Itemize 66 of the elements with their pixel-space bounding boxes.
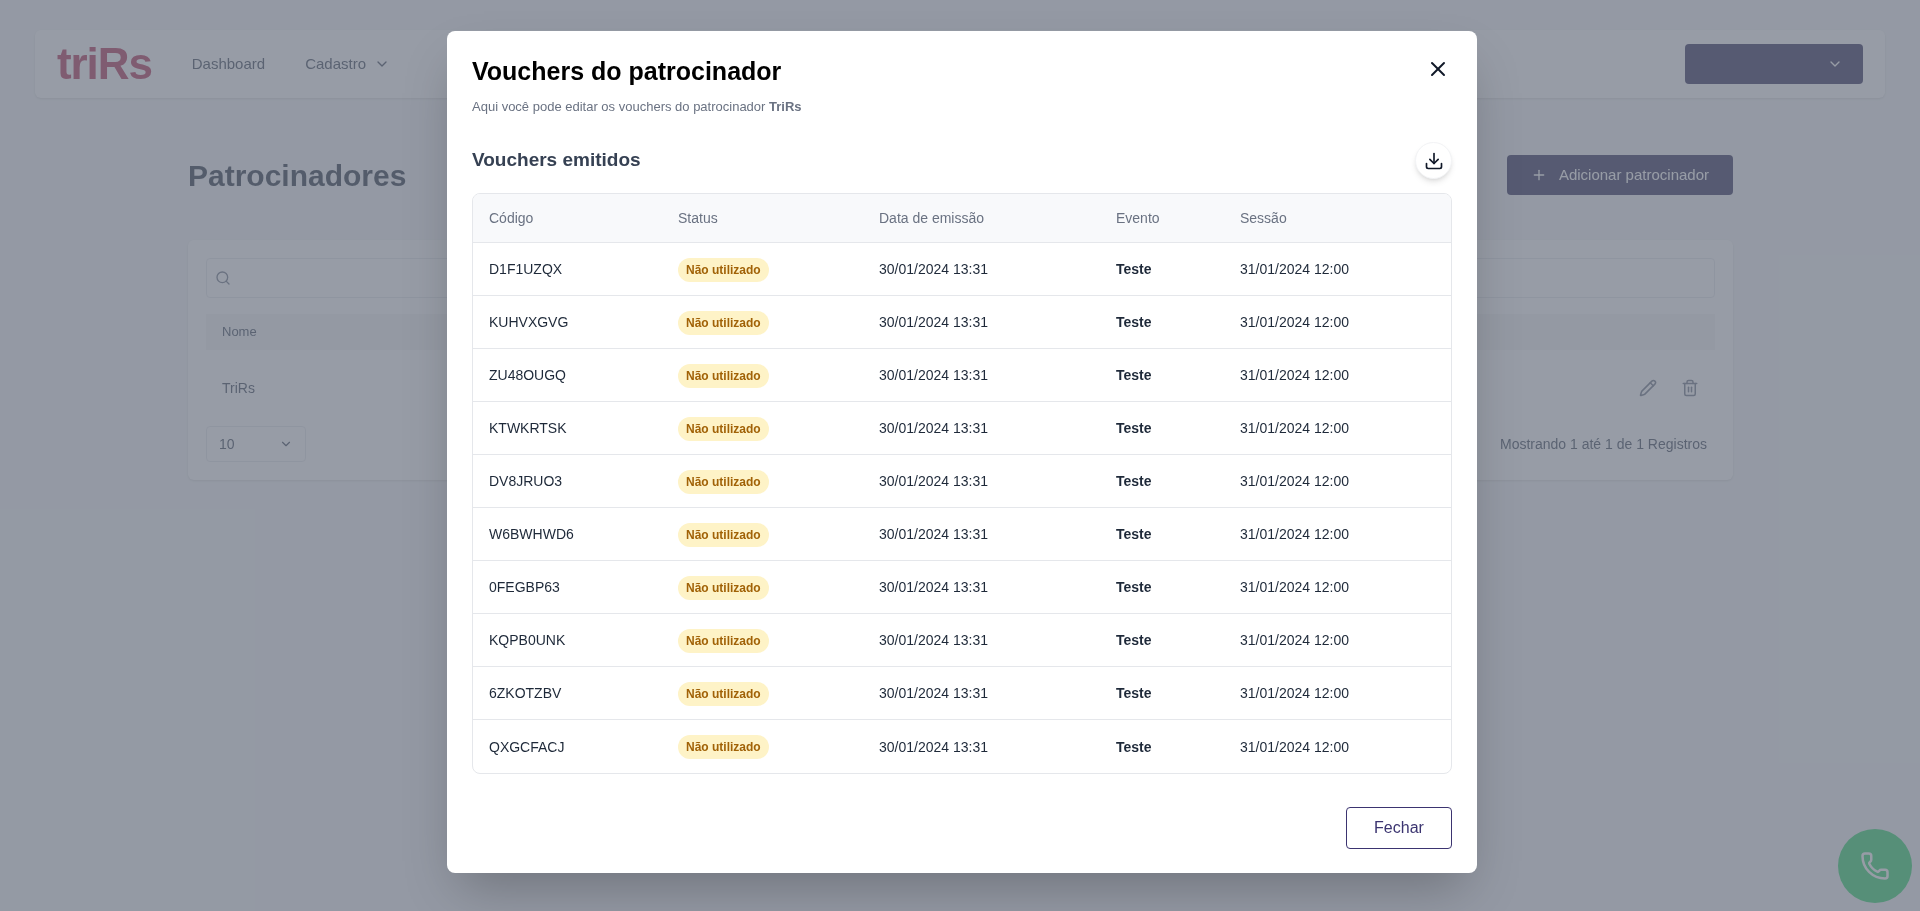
- table-cell: Teste: [1116, 738, 1152, 755]
- table-cell: Teste: [1116, 579, 1152, 595]
- table-cell: Teste: [1116, 632, 1152, 648]
- status-badge: Não utilizado: [678, 681, 769, 706]
- column-header: Sessão: [1240, 210, 1287, 226]
- status-badge: Não utilizado: [678, 310, 769, 335]
- table-cell: W6BWHWD6: [489, 526, 574, 542]
- column-header: Nome: [222, 323, 257, 342]
- table-cell: Teste: [1116, 526, 1152, 542]
- table-cell: Teste: [1116, 314, 1152, 330]
- status-badge: Não utilizado: [678, 416, 769, 441]
- close-dialog-button[interactable]: Fechar: [1346, 807, 1452, 849]
- column-header: Status: [678, 210, 718, 226]
- status-badge: Não utilizado: [678, 363, 769, 388]
- table-cell: D1F1UZQX: [489, 261, 563, 277]
- status-badge: Não utilizado: [678, 257, 769, 282]
- table-cell: 30/01/2024 13:31: [879, 314, 988, 330]
- table-cell: Teste: [1116, 367, 1152, 383]
- download-icon: [1423, 150, 1444, 171]
- table-cell: 30/01/2024 13:31: [879, 579, 988, 595]
- status-badge: Não utilizado: [678, 628, 769, 653]
- table-cell: 31/01/2024 12:00: [1240, 738, 1349, 755]
- table-cell: 31/01/2024 12:00: [1240, 685, 1349, 701]
- table-cell: Teste: [1116, 685, 1152, 701]
- table-cell: Teste: [1116, 261, 1152, 277]
- table-cell: 31/01/2024 12:00: [1240, 632, 1349, 648]
- column-header: Data de emissão: [879, 210, 985, 226]
- table-cell: 30/01/2024 13:31: [879, 738, 988, 755]
- table-cell: 30/01/2024 13:31: [879, 420, 988, 436]
- column-header: Evento: [1116, 210, 1160, 226]
- table-cell: 30/01/2024 13:31: [879, 632, 988, 648]
- table-cell: 30/01/2024 13:31: [879, 261, 988, 277]
- table-cell: ZU48OUGQ: [489, 367, 566, 383]
- table-cell: 31/01/2024 12:00: [1240, 473, 1349, 489]
- status-badge: Não utilizado: [678, 735, 769, 759]
- table-cell: Teste: [1116, 473, 1152, 489]
- download-button[interactable]: [1415, 142, 1452, 179]
- dialog-subtitle: Aqui você pode editar os vouchers do patrocinador TriRs: [472, 97, 803, 116]
- page-title: Patrocinadores: [188, 157, 407, 194]
- table-cell: DV8JRUO3: [489, 473, 563, 489]
- section-title: Vouchers emitidos: [472, 148, 641, 173]
- table-cell-text: TriRs: [222, 378, 255, 398]
- table-cell: QXGCFACJ: [489, 738, 565, 755]
- table-cell: KQPB0UNK: [489, 632, 566, 648]
- nav-link[interactable]: Dashboard: [191, 52, 266, 76]
- table-cell: 0FEGBP63: [489, 579, 560, 595]
- table-cell: 30/01/2024 13:31: [879, 526, 988, 542]
- table-cell: 30/01/2024 13:31: [879, 473, 988, 489]
- table-cell: 31/01/2024 12:00: [1240, 579, 1349, 595]
- records-summary: Mostrando 1 até 1 de 1 Registros: [1500, 434, 1707, 454]
- table-cell: KUHVXGVG: [489, 314, 569, 330]
- status-badge: Não utilizado: [678, 469, 769, 494]
- table-cell: 30/01/2024 13:31: [879, 367, 988, 383]
- table-cell: 30/01/2024 13:31: [879, 685, 988, 701]
- table-cell: KTWKRTSK: [489, 420, 567, 436]
- table-cell: Teste: [1116, 420, 1152, 436]
- table-cell: 31/01/2024 12:00: [1240, 367, 1349, 383]
- status-badge: Não utilizado: [678, 522, 769, 547]
- table-cell: 6ZKOTZBV: [489, 685, 562, 701]
- table-cell: 31/01/2024 12:00: [1240, 261, 1349, 277]
- dialog-title: Vouchers do patrocinador: [472, 56, 782, 87]
- table-cell: 31/01/2024 12:00: [1240, 526, 1349, 542]
- column-header: Código: [489, 210, 534, 226]
- table-cell: 31/01/2024 12:00: [1240, 420, 1349, 436]
- table-cell: 31/01/2024 12:00: [1240, 314, 1349, 330]
- status-badge: Não utilizado: [678, 575, 769, 600]
